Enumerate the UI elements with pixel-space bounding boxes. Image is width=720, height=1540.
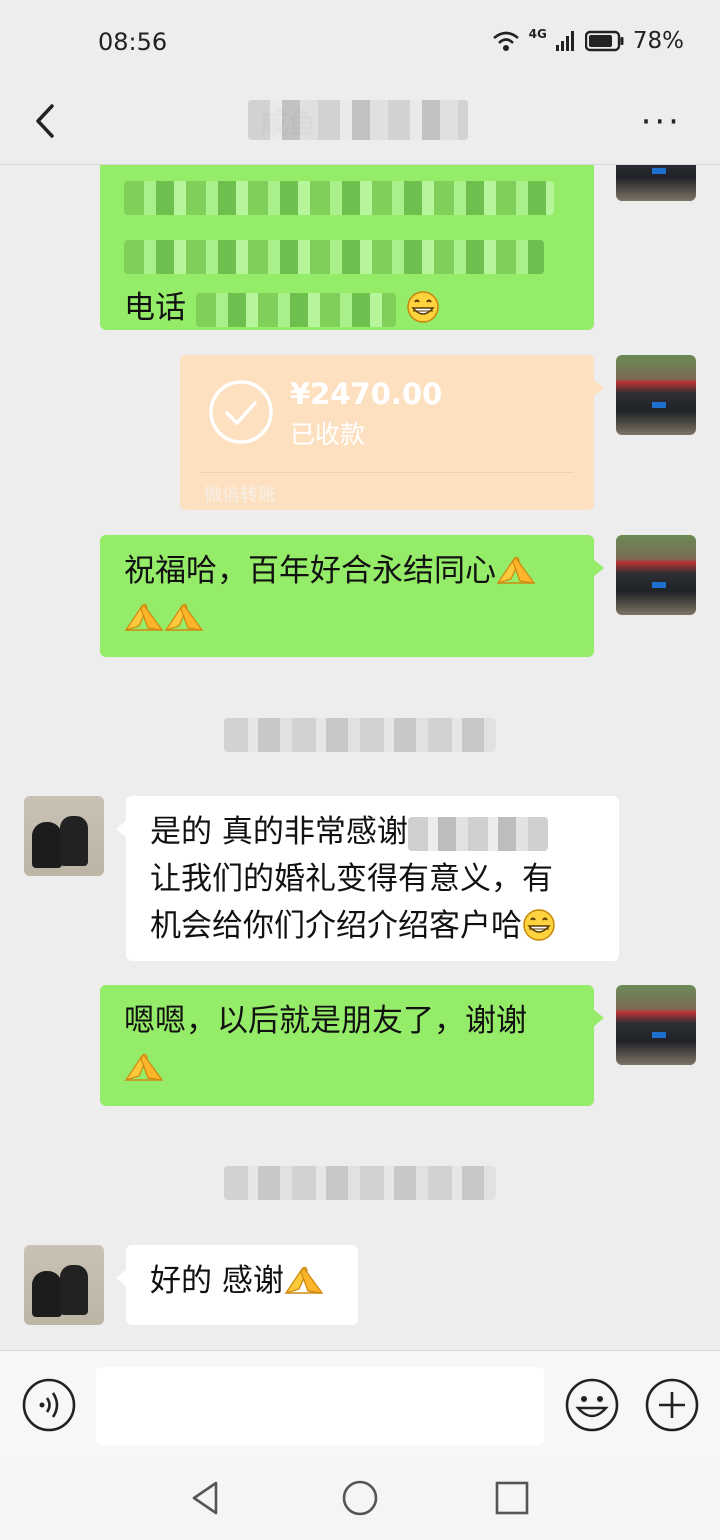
input-bar: [0, 1350, 720, 1459]
signal-icon: [555, 31, 574, 51]
battery-percent: 78%: [632, 28, 684, 54]
system-nav-bar: [0, 1458, 720, 1540]
avatar[interactable]: [616, 535, 696, 615]
timestamp-redacted: [224, 1166, 496, 1200]
avatar[interactable]: [616, 985, 696, 1065]
message-text: 好的 感谢: [150, 1263, 284, 1299]
emoji-icon[interactable]: [563, 1376, 621, 1434]
plus-icon[interactable]: [643, 1376, 701, 1434]
more-dots-icon[interactable]: ···: [641, 102, 682, 142]
chat-area[interactable]: 电话 ¥2470.00 已收款 微信转账 祝福哈，百年好合永结同心 是的 真的非…: [0, 165, 720, 1350]
avatar[interactable]: [24, 796, 104, 876]
nav-back-icon[interactable]: [186, 1478, 226, 1518]
nav-recent-icon[interactable]: [492, 1478, 532, 1518]
status-time: 08:56: [98, 28, 168, 56]
message-bubble-sent[interactable]: 嗯嗯，以后就是朋友了，谢谢: [100, 985, 604, 1106]
status-bar: 08:56 4G 78%: [0, 0, 720, 82]
avatar[interactable]: [24, 1245, 104, 1325]
transfer-amount: ¥2470.00: [290, 377, 443, 411]
message-text: 祝福哈，百年好合永结同心: [124, 553, 496, 589]
check-circle-icon: [209, 380, 273, 444]
nav-home-icon[interactable]: [340, 1478, 380, 1518]
avatar[interactable]: [616, 355, 696, 435]
message-input[interactable]: [96, 1367, 544, 1445]
network-type: 4G: [528, 27, 547, 41]
message-bubble-sent[interactable]: 电话: [100, 165, 594, 330]
grin-emoji-icon: [522, 908, 556, 942]
divider: [200, 472, 574, 473]
transfer-status: 已收款: [290, 420, 366, 449]
wifi-icon: [492, 31, 519, 51]
message-text: 机会给你们介绍介绍客户哈: [150, 908, 522, 944]
title-redacted: [248, 100, 468, 140]
chat-header: 咸鱼 ···: [0, 82, 720, 165]
voice-icon[interactable]: [20, 1376, 78, 1434]
transfer-label: 微信转账: [204, 485, 276, 506]
avatar[interactable]: [616, 165, 696, 201]
pray-emoji-icon: [284, 1263, 324, 1297]
pray-emoji-icon: [164, 600, 204, 634]
redacted-text: [195, 292, 396, 327]
message-text: 嗯嗯，以后就是朋友了，谢谢: [124, 1003, 527, 1039]
redacted-text: [407, 816, 548, 851]
status-right: 4G 78%: [491, 27, 684, 54]
pray-emoji-icon: [496, 553, 536, 587]
transfer-card[interactable]: ¥2470.00 已收款 微信转账: [180, 355, 604, 510]
message-bubble-received[interactable]: 是的 真的非常感谢 让我们的婚礼变得有意义，有 机会给你们介绍介绍客户哈: [116, 796, 619, 961]
message-text: 电话: [124, 290, 186, 326]
pray-emoji-icon: [124, 1050, 164, 1084]
redacted-text: [124, 180, 554, 215]
battery-icon: [584, 30, 624, 52]
pray-emoji-icon: [124, 600, 164, 634]
message-bubble-received[interactable]: 好的 感谢: [116, 1245, 358, 1325]
redacted-text: [124, 239, 544, 274]
message-text: 让我们的婚礼变得有意义，有: [150, 861, 553, 897]
timestamp-redacted: [224, 718, 496, 752]
grin-emoji-icon: [406, 290, 440, 324]
message-text: 是的 真的非常感谢: [150, 814, 408, 850]
message-bubble-sent[interactable]: 祝福哈，百年好合永结同心: [100, 535, 604, 657]
